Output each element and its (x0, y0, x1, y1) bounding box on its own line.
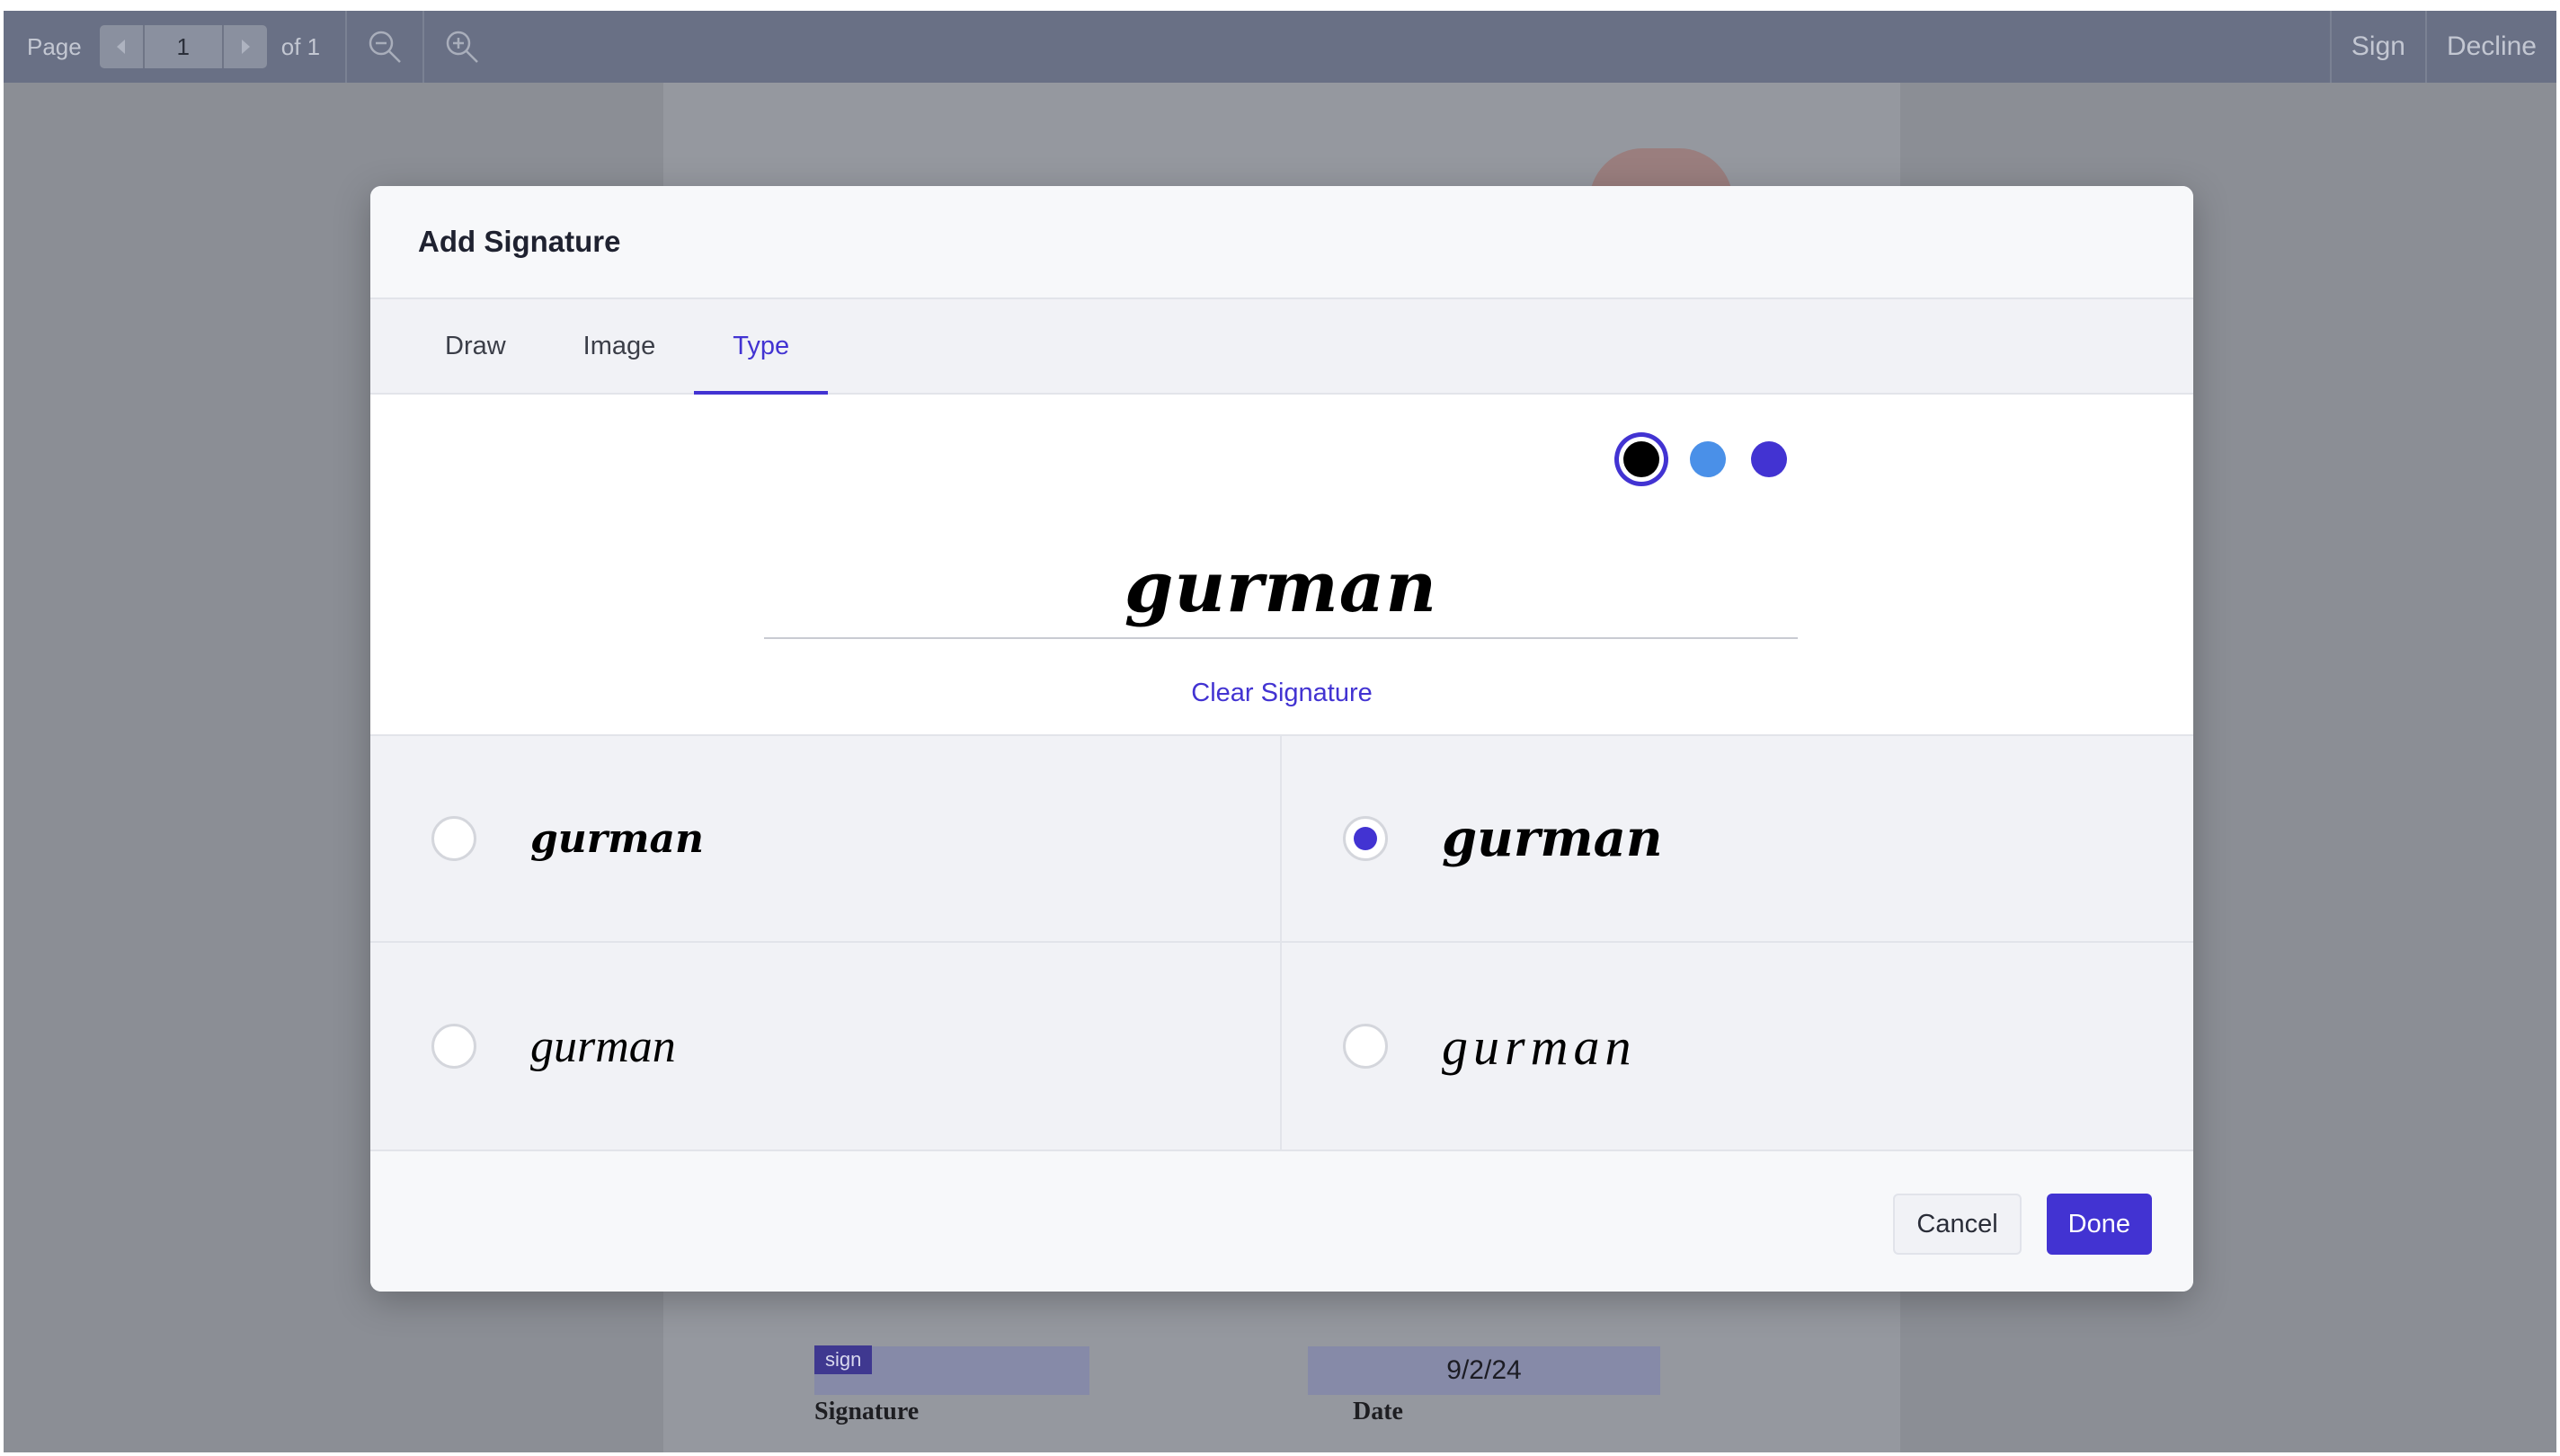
font-option-2[interactable]: gurman (1282, 736, 2193, 943)
zoom-in-button[interactable] (424, 11, 500, 83)
font-sample: gurman (1442, 1017, 1637, 1076)
font-option-3[interactable]: gurman (370, 943, 1282, 1150)
zoom-out-icon (369, 31, 401, 63)
chevron-left-icon (116, 40, 125, 54)
font-option-1[interactable]: gurman (370, 736, 1282, 943)
font-radio[interactable] (431, 1024, 476, 1069)
viewer-toolbar: Page 1 of 1 Sign Decline (4, 11, 2556, 83)
add-signature-dialog: Add Signature Draw Image Type gurman Cle… (370, 186, 2193, 1292)
zoom-out-button[interactable] (347, 11, 422, 83)
font-sample: gurman (530, 1020, 676, 1072)
clear-signature-link[interactable]: Clear Signature (370, 679, 2193, 708)
tab-draw[interactable]: Draw (406, 299, 545, 393)
font-sample: gurman (530, 815, 704, 862)
color-picker (1618, 441, 1812, 477)
next-page-button[interactable] (223, 25, 267, 68)
page-total: of 1 (280, 32, 321, 60)
dialog-title: Add Signature (418, 225, 621, 258)
page-label: Page (27, 32, 82, 60)
dialog-header: Add Signature (370, 186, 2193, 299)
page-navigator: 1 (99, 25, 267, 68)
decline-button[interactable]: Decline (2427, 11, 2556, 83)
zoom-in-icon (446, 31, 478, 63)
color-swatch-light-blue[interactable] (1690, 441, 1726, 477)
signature-baseline (764, 637, 1798, 639)
font-option-4[interactable]: gurman (1282, 943, 2193, 1150)
page-number-input[interactable]: 1 (142, 25, 224, 68)
tab-image[interactable]: Image (545, 299, 695, 393)
sign-tag: sign (814, 1345, 873, 1374)
signature-text-input[interactable]: gurman (764, 538, 1798, 628)
font-radio[interactable] (431, 816, 476, 861)
font-style-options: gurman gurman gurman gurman (370, 734, 2193, 1151)
color-swatch-indigo[interactable] (1751, 441, 1787, 477)
chevron-right-icon (241, 40, 250, 54)
font-radio-selected[interactable] (1343, 816, 1388, 861)
done-button[interactable]: Done (2046, 1194, 2152, 1255)
dialog-footer: Cancel Done (370, 1151, 2193, 1292)
previous-page-button[interactable] (99, 25, 143, 68)
type-signature-panel: gurman Clear Signature (370, 395, 2193, 734)
date-field[interactable]: 9/2/24 (1308, 1346, 1660, 1395)
sign-button[interactable]: Sign (2332, 11, 2425, 83)
font-sample: gurman (1442, 809, 1663, 868)
tab-type[interactable]: Type (694, 299, 829, 395)
date-label: Date (1353, 1398, 1403, 1425)
signature-label: Signature (814, 1398, 920, 1425)
color-swatch-black[interactable] (1623, 441, 1659, 477)
font-radio[interactable] (1343, 1024, 1388, 1069)
signature-tabs: Draw Image Type (370, 299, 2193, 395)
cancel-button[interactable]: Cancel (1893, 1194, 2022, 1255)
